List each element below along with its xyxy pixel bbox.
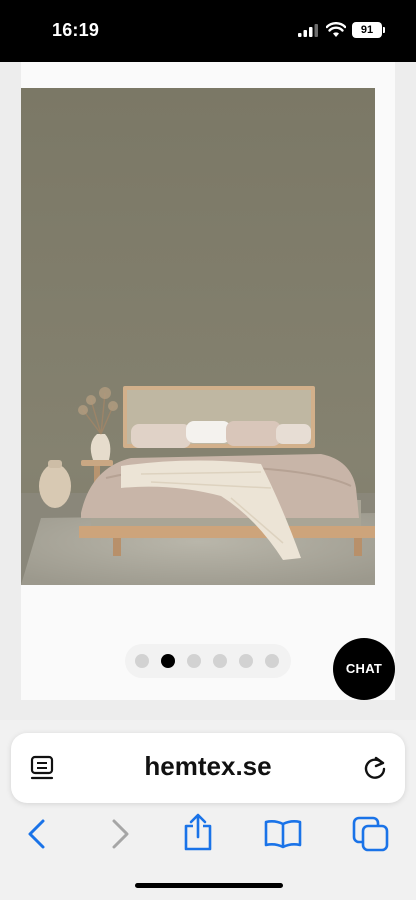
address-bar[interactable]: hemtex.se: [11, 733, 405, 803]
url-domain[interactable]: hemtex.se: [71, 751, 345, 782]
chat-button[interactable]: CHAT: [333, 638, 395, 700]
status-time: 16:19: [52, 20, 100, 40]
forward-icon[interactable]: [108, 818, 132, 850]
browser-bar: hemtex.se: [0, 720, 416, 900]
battery-indicator: 91: [352, 22, 382, 38]
status-bar: 16:19 91: [0, 0, 416, 62]
reader-icon[interactable]: [30, 755, 56, 783]
reload-icon[interactable]: [361, 754, 389, 782]
product-image[interactable]: [21, 88, 375, 585]
carousel-pagination: [125, 644, 291, 678]
share-icon[interactable]: [182, 812, 214, 852]
carousel-dot[interactable]: [265, 654, 279, 668]
back-icon[interactable]: [25, 818, 49, 850]
home-indicator: [135, 883, 283, 888]
page-content: CHAT: [0, 62, 416, 720]
carousel-dot[interactable]: [187, 654, 201, 668]
carousel-dot[interactable]: [135, 654, 149, 668]
cellular-signal-icon: [298, 24, 318, 37]
carousel-dot[interactable]: [213, 654, 227, 668]
bookmarks-icon[interactable]: [263, 818, 303, 850]
wifi-icon: [326, 22, 346, 37]
carousel-dot-active[interactable]: [161, 654, 175, 668]
battery-tip: [383, 27, 385, 33]
tabs-icon[interactable]: [352, 816, 390, 852]
carousel-dot[interactable]: [239, 654, 253, 668]
